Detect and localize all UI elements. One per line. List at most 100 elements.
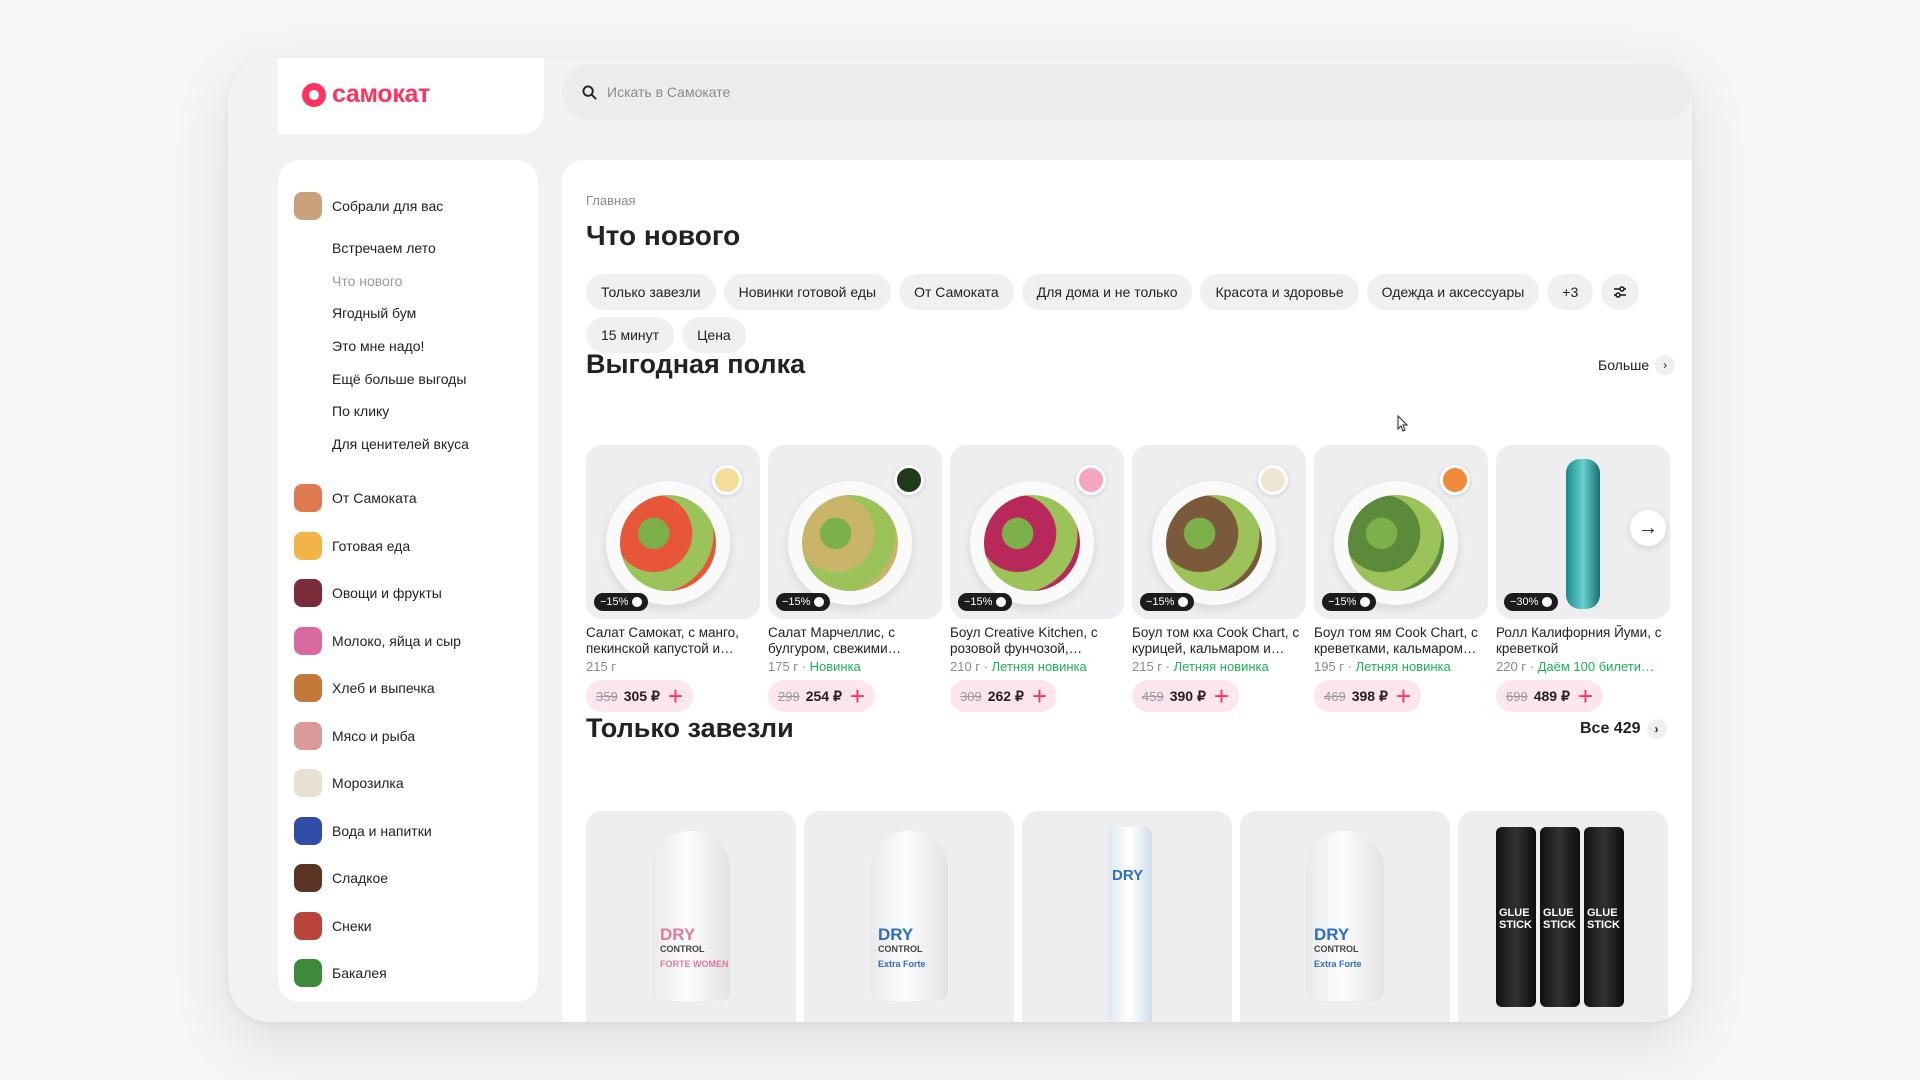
add-to-cart-button[interactable]: 459 390 ₽ +	[1132, 680, 1240, 712]
chip-from-samokat[interactable]: От Самоката	[899, 274, 1014, 310]
sidebar-group-collected[interactable]: Собрали для вас	[278, 182, 538, 230]
new-product-card[interactable]: DRY CONTROL FORTE WOMEN	[586, 811, 796, 1022]
chip-only-arrived[interactable]: Только завезли	[586, 274, 716, 310]
add-to-cart-button[interactable]: 469 398 ₽ +	[1314, 680, 1422, 712]
plus-icon: +	[1031, 681, 1048, 711]
product-image[interactable]: −15%	[1314, 445, 1488, 619]
product-card[interactable]: −15% Салат Марчеллис, с булгуром, свежими…	[768, 445, 942, 712]
chevron-right-icon: ›	[1655, 355, 1676, 375]
add-to-cart-button[interactable]: 699 489 ₽ +	[1496, 680, 1604, 712]
filter-settings-button[interactable]	[1601, 274, 1640, 310]
product-name[interactable]: Боул Creative Kitchen, с розовой фунчозо…	[950, 625, 1124, 657]
sidebar-category[interactable]: Мясо и рыба	[278, 712, 538, 760]
product-name[interactable]: Боул том ям Cook Chart, с креветками, ка…	[1314, 625, 1488, 657]
chip-price[interactable]: Цена	[682, 317, 746, 353]
new-product-card[interactable]: DRY CONTROL Extra Forte	[804, 811, 1014, 1022]
sidebar-subitem[interactable]: Ещё больше выгоды	[278, 362, 538, 395]
sidebar-category-label: Бакалея	[332, 965, 387, 982]
sidebar-category[interactable]: Сладкое	[278, 854, 538, 902]
product-image[interactable]: −15%	[1132, 445, 1306, 619]
sidebar-subitem[interactable]: Ягодный бум	[278, 297, 538, 330]
shelf-more-link[interactable]: Больше ›	[1598, 355, 1676, 375]
sauce-cup	[1076, 465, 1106, 495]
sidebar-subitem[interactable]: По клику	[278, 395, 538, 428]
product-image[interactable]: −15%	[586, 445, 760, 619]
old-price: 459	[1142, 688, 1164, 704]
sidebar-subitem[interactable]: Встречаем лето	[278, 232, 538, 265]
product-name[interactable]: Ролл Калифорния Йуми, с креветкой	[1496, 625, 1670, 657]
variant-text: FORTE WOMEN	[660, 959, 729, 969]
deodorant-image: DRY CONTROL FORTE WOMEN	[652, 831, 730, 1001]
bowl-image	[606, 481, 730, 605]
product-card[interactable]: −15% Боул том кха Cook Chart, с курицей, …	[1132, 445, 1306, 712]
brand-sub-text: CONTROL	[878, 944, 923, 954]
product-name[interactable]: Салат Марчеллис, с булгуром, свежими…	[768, 625, 942, 657]
add-to-cart-button[interactable]: 299 254 ₽ +	[768, 680, 876, 712]
sliders-icon	[1614, 286, 1627, 298]
product-image[interactable]: −15%	[768, 445, 942, 619]
chip-clothes[interactable]: Одежда и аксессуары	[1366, 274, 1540, 310]
chip-15-min[interactable]: 15 минут	[586, 317, 675, 353]
search-icon	[582, 84, 597, 100]
section-title-shelf: Выгодная полка	[586, 349, 806, 379]
glue-label: GLUE STICK	[1499, 907, 1532, 931]
product-card[interactable]: −30% Ролл Калифорния Йуми, с креветкой 220…	[1496, 445, 1670, 712]
chip-beauty-health[interactable]: Красота и здоровье	[1200, 274, 1359, 310]
breadcrumb[interactable]: Главная	[586, 193, 635, 208]
product-meta: 215 г	[586, 659, 760, 674]
sidebar-subitem[interactable]: Для ценителей вкуса	[278, 428, 538, 461]
new-all-link[interactable]: Все 429 ›	[1580, 719, 1667, 739]
section-title-new: Только завезли	[586, 713, 794, 743]
brand-logo[interactable]: самокат	[302, 80, 430, 109]
chip-more[interactable]: +3	[1547, 274, 1594, 310]
sidebar-category[interactable]: От Самоката	[278, 474, 538, 522]
clock-icon	[1360, 597, 1371, 607]
sidebar-category[interactable]: Вода и напитки	[278, 807, 538, 855]
chip-home[interactable]: Для дома и не только	[1021, 274, 1193, 310]
product-name[interactable]: Салат Самокат, с манго, пекинской капуст…	[586, 625, 760, 657]
search-bar[interactable]	[562, 64, 1692, 120]
product-meta: 210 г · Летняя новинка	[950, 659, 1124, 674]
sauce-cup	[894, 465, 924, 495]
sidebar-category-label: Мясо и рыба	[332, 727, 416, 744]
sidebar-category[interactable]: Бакалея	[278, 949, 538, 997]
product-image[interactable]: −15%	[950, 445, 1124, 619]
sidebar-category[interactable]: Снеки	[278, 902, 538, 950]
salad-content	[1166, 495, 1262, 591]
mouse-cursor-icon	[1397, 415, 1409, 432]
category-thumbnail	[294, 864, 322, 893]
bowl-image	[970, 481, 1094, 605]
sidebar-category[interactable]: ЗОЖ и диетическое	[278, 997, 538, 1002]
sidebar-category[interactable]: Готовая еда	[278, 522, 538, 570]
sidebar-category-label: Готовая еда	[332, 537, 411, 554]
discount-badge: −15%	[776, 593, 831, 611]
product-name[interactable]: Боул том кха Cook Chart, с курицей, каль…	[1132, 625, 1306, 657]
sidebar-category[interactable]: Овощи и фрукты	[278, 569, 538, 617]
sidebar-category[interactable]: Молоко, яйца и сыр	[278, 617, 538, 665]
carousel-next-button[interactable]: →	[1630, 510, 1666, 546]
current-price: 305 ₽	[623, 687, 660, 704]
new-product-card[interactable]: DRY	[1022, 811, 1232, 1022]
sidebar-subitem[interactable]: Это мне надо!	[278, 330, 538, 363]
sidebar-category[interactable]: Морозилка	[278, 759, 538, 807]
product-card[interactable]: −15% Салат Самокат, с манго, пекинской ка…	[586, 445, 760, 712]
all-count-label: Все 429	[1580, 720, 1641, 737]
new-product-card[interactable]: GLUE STICK GLUE STICK GLUE STICK	[1458, 811, 1668, 1022]
product-weight: 210 г	[950, 659, 981, 674]
search-input[interactable]	[607, 84, 1207, 100]
discount-value: −30%	[1510, 596, 1539, 608]
discount-badge: −30%	[1504, 593, 1559, 611]
new-product-card[interactable]: DRY CONTROL Extra Forte	[1240, 811, 1450, 1022]
glue-label: GLUE STICK	[1543, 907, 1576, 931]
product-card[interactable]: −15% Боул том ям Cook Chart, с креветками…	[1314, 445, 1488, 712]
add-to-cart-button[interactable]: 359 305 ₽ +	[586, 680, 694, 712]
sidebar-group-label: Собрали для вас	[332, 197, 444, 214]
discount-value: −15%	[1146, 596, 1175, 608]
sidebar-category[interactable]: Хлеб и выпечка	[278, 664, 538, 712]
chip-new-ready-food[interactable]: Новинки готовой еды	[723, 274, 892, 310]
discount-badge: −15%	[1140, 593, 1195, 611]
add-to-cart-button[interactable]: 309 262 ₽ +	[950, 680, 1058, 712]
sidebar-subitem-active[interactable]: Что нового	[278, 264, 538, 297]
top-bar: самокат	[278, 58, 1692, 134]
product-card[interactable]: −15% Боул Creative Kitchen, с розовой фун…	[950, 445, 1124, 712]
